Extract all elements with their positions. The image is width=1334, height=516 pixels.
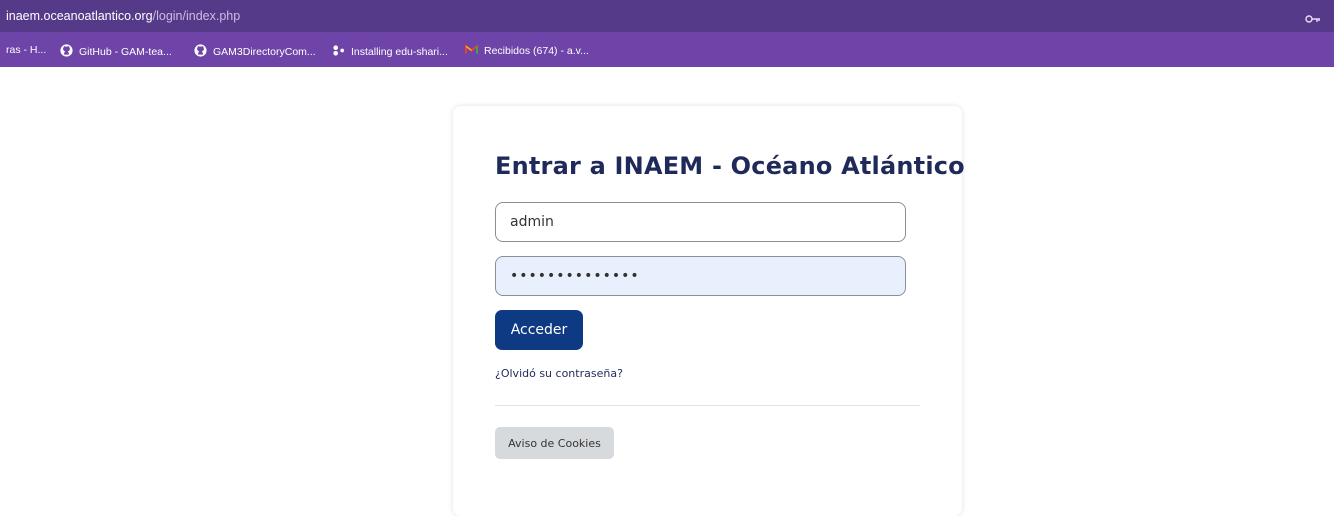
page-title: Entrar a INAEM - Océano Atlántico — [495, 152, 965, 180]
bookmark-item[interactable]: Recibidos (674) - a.v... — [465, 44, 589, 59]
login-card: Entrar a INAEM - Océano Atlántico Accede… — [453, 106, 965, 516]
gmail-icon — [465, 44, 484, 59]
url-text[interactable]: inaem.oceanoatlantico.org/login/index.ph… — [6, 8, 240, 24]
bookmark-item[interactable]: Installing edu-shari... — [332, 44, 448, 61]
password-input[interactable] — [495, 256, 906, 296]
bookmark-label: Installing edu-shari... — [351, 46, 448, 58]
browser-address-bar: inaem.oceanoatlantico.org/login/index.ph… — [0, 0, 1334, 32]
url-path: /login/index.php — [152, 9, 241, 23]
login-button[interactable]: Acceder — [495, 310, 583, 350]
url-host: inaem.oceanoatlantico.org — [6, 9, 153, 23]
github-icon — [194, 44, 213, 61]
github-icon — [60, 44, 79, 61]
bookmark-label: GAM3DirectoryCom... — [213, 46, 316, 58]
key-icon[interactable] — [1305, 10, 1321, 23]
bookmarks-bar: ras - H... GitHub - GAM-tea... GAM3Direc… — [0, 32, 1334, 67]
forgot-password-link[interactable]: ¿Olvidó su contraseña? — [495, 367, 623, 380]
bookmark-label: Recibidos (674) - a.v... — [484, 45, 589, 57]
bookmark-item[interactable]: GAM3DirectoryCom... — [194, 44, 316, 61]
cookies-notice-button[interactable]: Aviso de Cookies — [495, 427, 614, 459]
bookmark-item[interactable]: ras - H... — [6, 44, 46, 57]
bookmark-label: ras - H... — [6, 44, 47, 56]
username-input[interactable] — [495, 202, 906, 242]
bookmark-label: GitHub - GAM-tea... — [79, 46, 172, 58]
divider — [495, 405, 920, 406]
share-icon — [332, 44, 351, 61]
bookmark-item[interactable]: GitHub - GAM-tea... — [60, 44, 172, 61]
